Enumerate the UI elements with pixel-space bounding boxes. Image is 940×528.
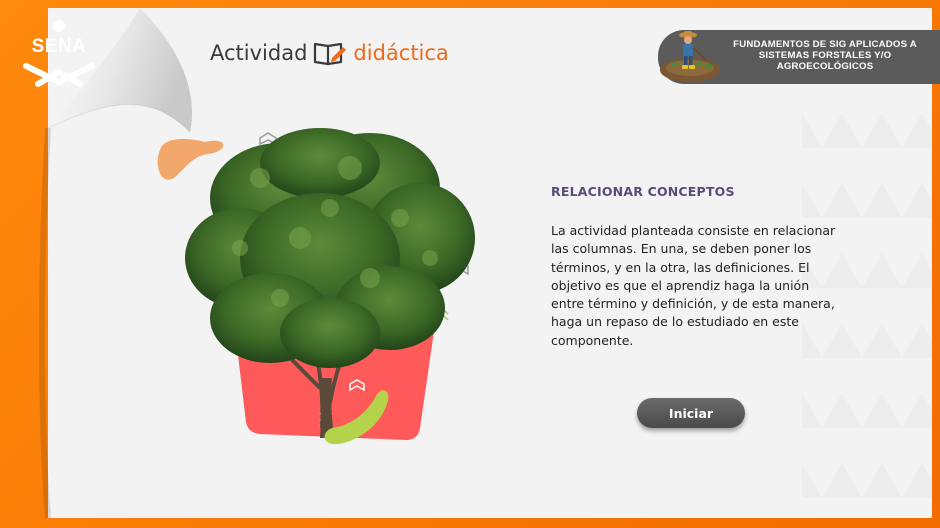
start-button[interactable]: Iniciar — [637, 398, 745, 428]
activity-heading: RELACIONAR CONCEPTOS — [551, 184, 735, 199]
activity-description: La actividad planteada consiste en relac… — [551, 223, 836, 348]
course-banner: FUNDAMENTOS DE SIG APLICADOS A SISTEMAS … — [658, 30, 940, 84]
title-part-2: didáctica — [353, 41, 449, 65]
title-part-1: Actividad — [210, 41, 308, 65]
sena-logo-icon: SENA — [18, 18, 100, 98]
course-title: FUNDAMENTOS DE SIG APLICADOS A SISTEMAS … — [733, 39, 917, 72]
farmer-icon — [660, 31, 720, 82]
tree-illustration — [157, 128, 475, 445]
page-title: Actividad didáctica — [210, 38, 449, 68]
logo-text: SENA — [31, 36, 87, 57]
book-pencil-icon — [314, 42, 347, 66]
